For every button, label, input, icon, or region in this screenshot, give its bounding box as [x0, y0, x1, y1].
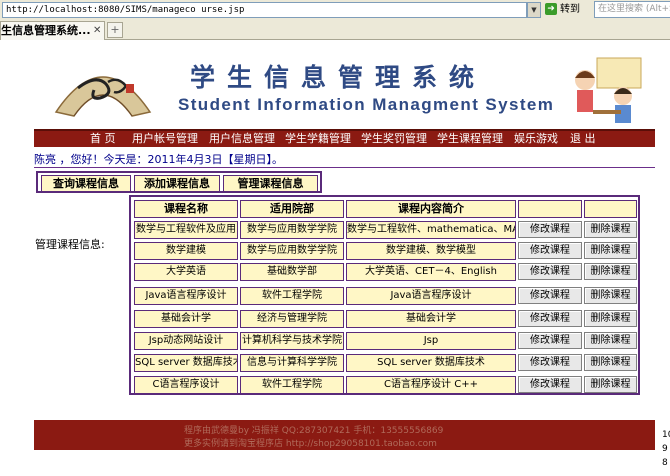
go-label: 转到	[560, 4, 580, 15]
nav-item-reward[interactable]: 学生奖罚管理	[361, 131, 427, 146]
nav-item-userinfo[interactable]: 用户信息管理	[209, 131, 275, 146]
footer-credit: 程序由武德曼by 冯振祥 QQ:287307421 手机：13555556869	[184, 426, 444, 436]
edit-course-button[interactable]: 修改课程	[518, 354, 582, 371]
url-input[interactable]: http://localhost:8080/SIMS/manageco urse…	[2, 2, 527, 18]
course-table: 课程名称 适用院部 课程内容简介 数学与工程软件及应用 数学与应用数学学院 数学…	[129, 195, 640, 395]
edit-course-button[interactable]: 修改课程	[518, 242, 582, 259]
edit-course-button[interactable]: 修改课程	[518, 376, 582, 393]
delete-course-button[interactable]: 删除课程	[584, 376, 637, 393]
table-cell-summary: 数学建模、数学模型	[346, 242, 516, 260]
delete-course-button[interactable]: 删除课程	[584, 263, 637, 280]
header-department: 适用院部	[240, 200, 344, 218]
table-cell-dept: 软件工程学院	[240, 287, 344, 305]
header-edit-column	[518, 200, 582, 218]
edit-course-button[interactable]: 修改课程	[518, 310, 582, 327]
table-cell-summary: SQL server 数据库技术	[346, 354, 516, 372]
nav-item-courses[interactable]: 学生课程管理	[437, 131, 503, 146]
page-footer: 程序由武德曼by 冯振祥 QQ:287307421 手机：13555556869…	[34, 420, 655, 450]
go-button[interactable]: ➜ 转到	[545, 1, 590, 18]
table-cell-dept: 数学与应用数学学院	[240, 221, 344, 239]
table-cell-name: 基础会计学	[134, 310, 238, 328]
edit-course-button[interactable]: 修改课程	[518, 287, 582, 304]
header-course-name: 课程名称	[134, 200, 238, 218]
table-cell-dept: 经济与管理学院	[240, 310, 344, 328]
delete-course-button[interactable]: 删除课程	[584, 287, 637, 304]
header-summary: 课程内容简介	[346, 200, 516, 218]
side-numbers: 10 9 8	[662, 428, 670, 470]
fan-logo-icon	[54, 76, 152, 117]
table-cell-name: Jsp动态网站设计	[134, 332, 238, 350]
table-cell-summary: Java语言程序设计	[346, 287, 516, 305]
section-label: 管理课程信息:	[35, 238, 105, 251]
students-illustration-icon	[575, 57, 642, 123]
course-submenu: 查询课程信息 添加课程信息 管理课程信息	[36, 171, 322, 193]
side-number: 10	[662, 430, 670, 440]
site-banner: 学生信息管理系统 Student Information Managment S…	[34, 48, 655, 129]
table-cell-dept: 信息与计算科学学院	[240, 354, 344, 372]
table-cell-name: 数学建模	[134, 242, 238, 260]
table-cell-summary: C语言程序设计 C++	[346, 376, 516, 394]
main-nav: 首 页 用户帐号管理 用户信息管理 学生学籍管理 学生奖罚管理 学生课程管理 娱…	[34, 129, 655, 147]
nav-item-logout[interactable]: 退 出	[570, 131, 596, 146]
header-delete-column	[584, 200, 637, 218]
table-cell-dept: 基础数学部	[240, 263, 344, 281]
edit-course-button[interactable]: 修改课程	[518, 332, 582, 349]
query-course-button[interactable]: 查询课程信息	[41, 175, 131, 192]
table-cell-name: SQL server 数据库技术	[134, 354, 238, 372]
table-cell-name: 大学英语	[134, 263, 238, 281]
delete-course-button[interactable]: 删除课程	[584, 310, 637, 327]
side-number: 9	[662, 444, 668, 454]
delete-course-button[interactable]: 删除课程	[584, 354, 637, 371]
go-arrow-icon: ➜	[545, 3, 557, 15]
edit-course-button[interactable]: 修改课程	[518, 221, 582, 238]
side-number: 8	[662, 458, 668, 468]
table-cell-name: C语言程序设计	[134, 376, 238, 394]
table-cell-name: 数学与工程软件及应用	[134, 221, 238, 239]
delete-course-button[interactable]: 删除课程	[584, 332, 637, 349]
delete-course-button[interactable]: 删除课程	[584, 242, 637, 259]
add-course-button[interactable]: 添加课程信息	[134, 175, 220, 192]
table-cell-dept: 软件工程学院	[240, 376, 344, 394]
manage-course-button[interactable]: 管理课程信息	[223, 175, 318, 192]
address-bar: http://localhost:8080/SIMS/manageco urse…	[0, 0, 670, 21]
site-title-en: Student Information Managment System	[178, 95, 555, 114]
divider	[34, 167, 655, 168]
tab-title: 生信息管理系统...	[1, 24, 91, 37]
delete-course-button[interactable]: 删除课程	[584, 221, 637, 238]
table-cell-dept: 计算机科学与技术学院	[240, 332, 344, 350]
footer-shop-link[interactable]: 更多实例请到淘宝程序店 http://shop29058101.taobao.c…	[184, 436, 564, 449]
table-cell-summary: 基础会计学	[346, 310, 516, 328]
new-tab-button[interactable]: +	[107, 22, 123, 38]
table-cell-summary: 数学与工程软件、mathematica、MATLAB	[346, 221, 516, 239]
url-dropdown-button[interactable]: ▼	[527, 2, 541, 18]
tab-bar: 生信息管理系统... ✕ +	[0, 20, 670, 40]
nav-item-home[interactable]: 首 页	[90, 131, 116, 146]
search-input[interactable]: 在这里搜索 (Alt+S)	[594, 1, 670, 18]
nav-item-status[interactable]: 学生学籍管理	[285, 131, 351, 146]
table-cell-summary: Jsp	[346, 332, 516, 350]
close-icon[interactable]: ✕	[93, 22, 101, 39]
table-cell-dept: 数学与应用数学学院	[240, 242, 344, 260]
browser-tab[interactable]: 生信息管理系统... ✕	[0, 21, 105, 40]
nav-item-games[interactable]: 娱乐游戏	[514, 131, 558, 146]
site-title-zh: 学生信息管理系统	[190, 63, 487, 92]
edit-course-button[interactable]: 修改课程	[518, 263, 582, 280]
table-cell-name: Java语言程序设计	[134, 287, 238, 305]
welcome-text: 陈亮 ，您好！今天是：2011年4月3日【星期日】。	[34, 153, 283, 166]
nav-item-account[interactable]: 用户帐号管理	[132, 131, 198, 146]
table-cell-summary: 大学英语、CET－4、English	[346, 263, 516, 281]
